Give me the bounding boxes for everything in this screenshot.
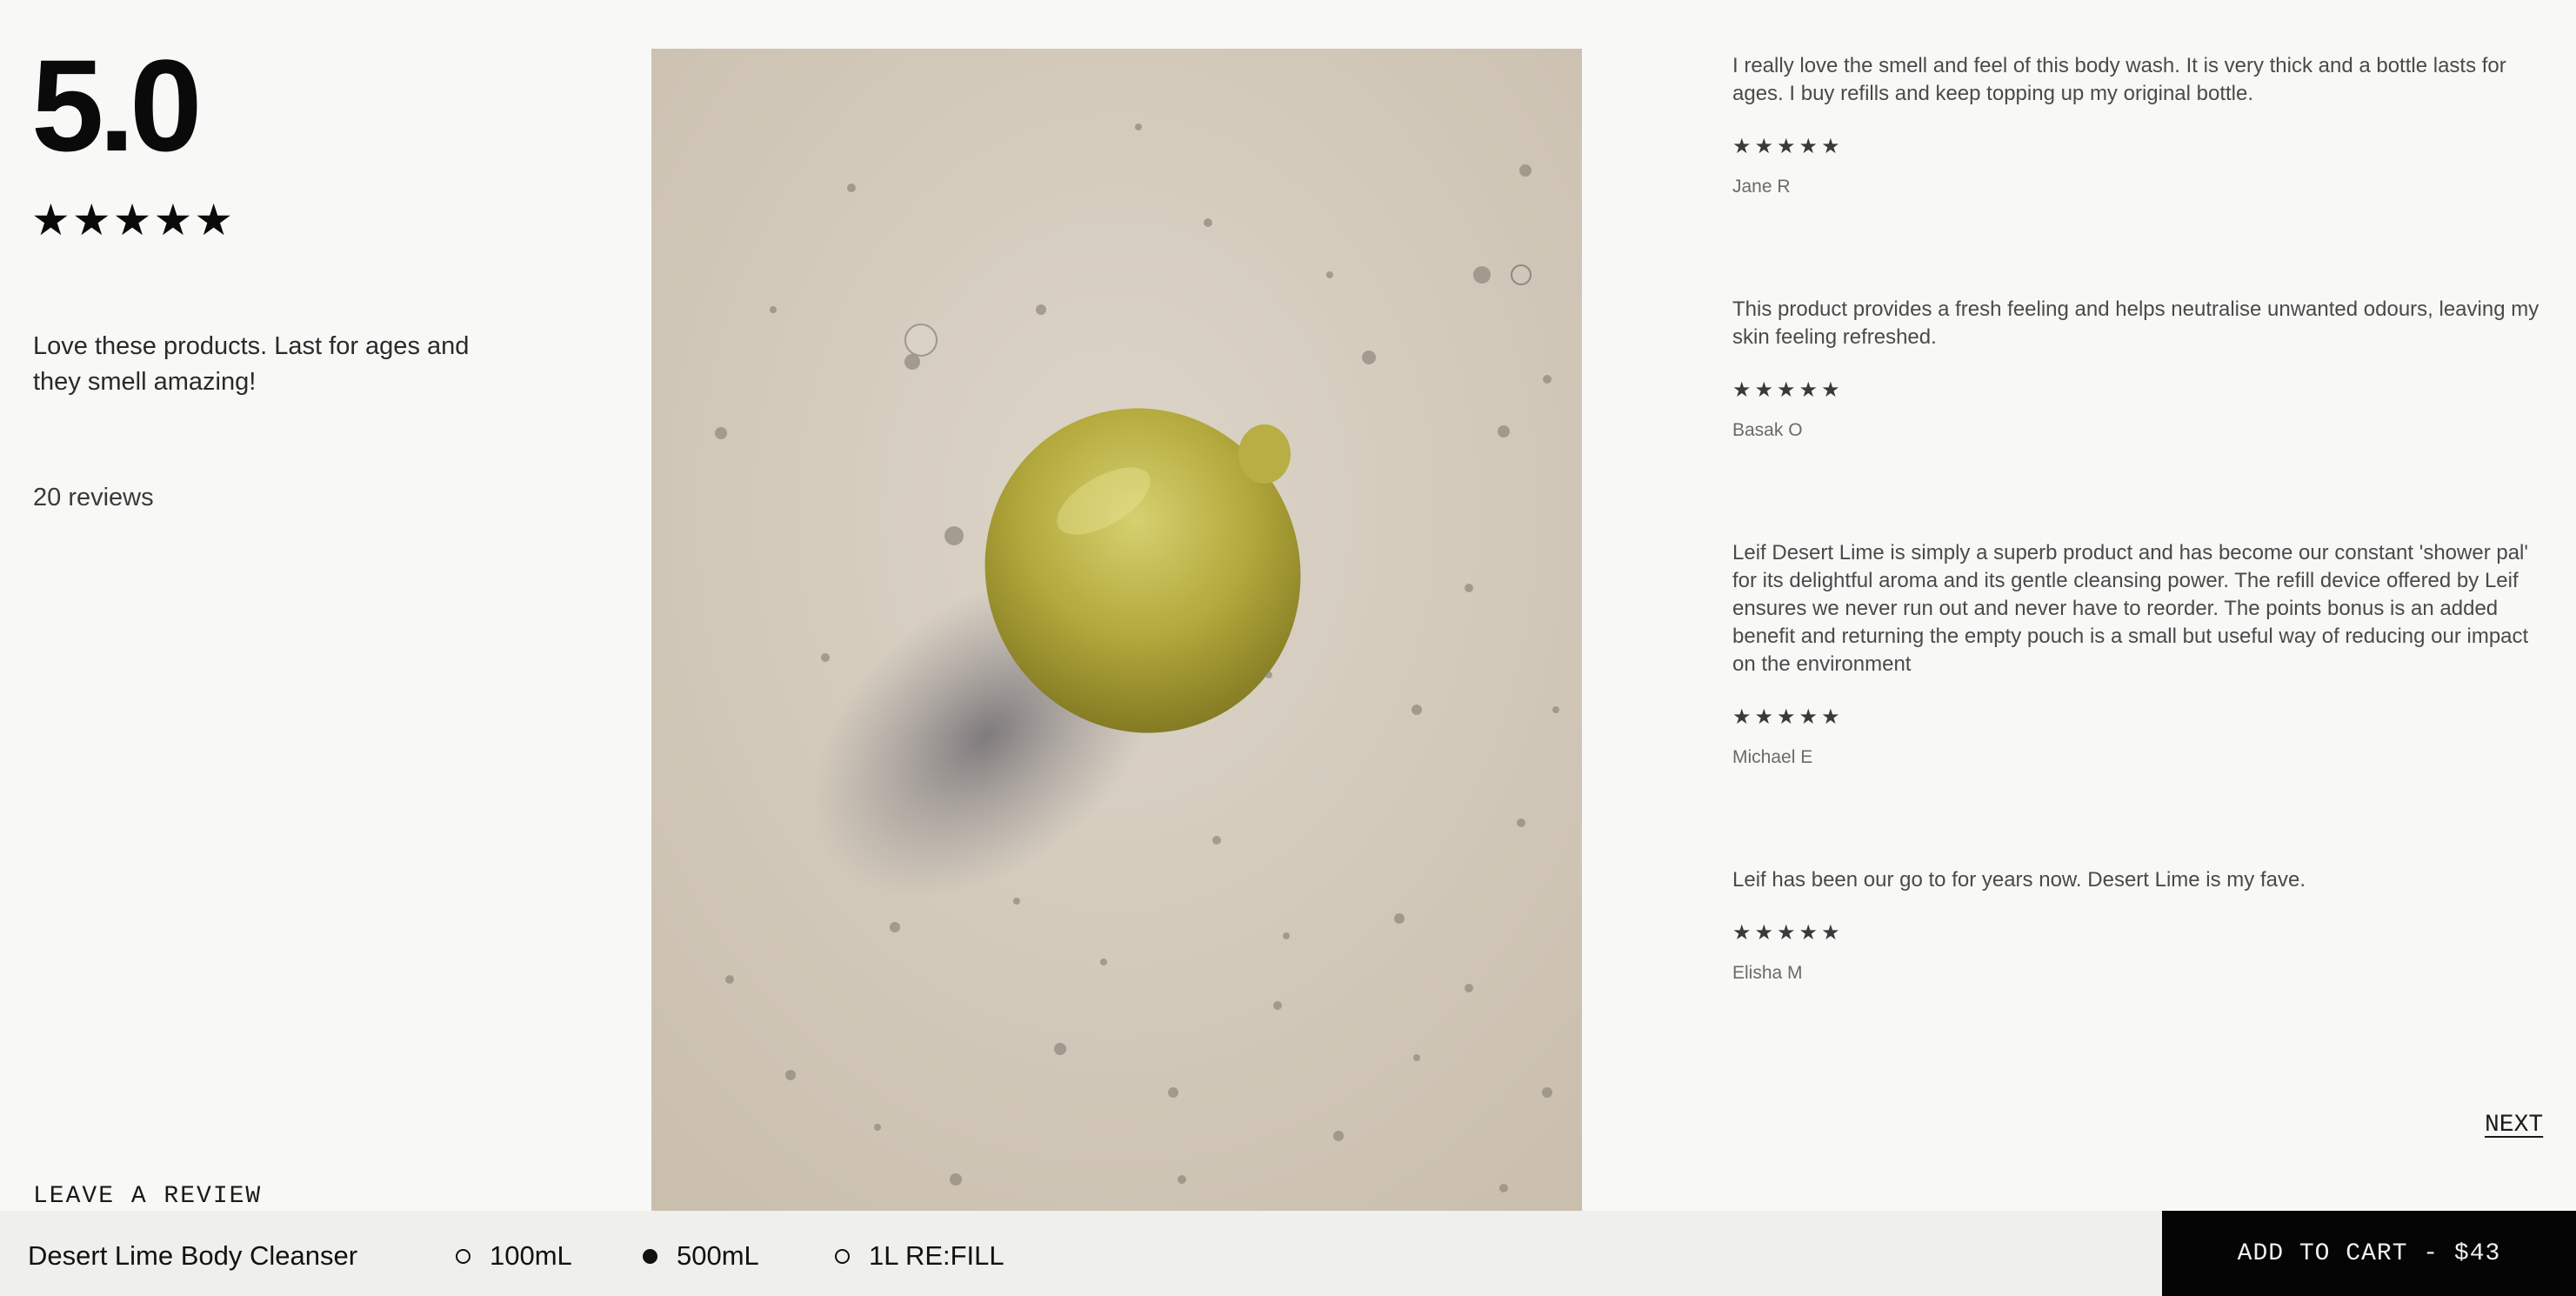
- review-stars: ★★★★★: [1732, 135, 1844, 158]
- radio-selected-icon[interactable]: [643, 1248, 657, 1264]
- size-label: 500mL: [677, 1240, 759, 1271]
- review-count: 20 reviews: [33, 484, 154, 511]
- average-rating-stars: ★★★★★: [31, 196, 236, 244]
- review-text: Leif has been our go to for years now. D…: [1732, 868, 2306, 892]
- review-item: I really love the smell and feel of this…: [1732, 52, 2541, 197]
- review-item: Leif Desert Lime is simply a superb prod…: [1732, 539, 2541, 768]
- size-label: 100mL: [490, 1240, 572, 1271]
- size-option-500ml[interactable]: 500mL: [643, 1240, 759, 1272]
- product-reviews-page: 5.0 ★★★★★ Love these products. Last for …: [0, 0, 2576, 1296]
- review-author: Jane R: [1732, 177, 1791, 197]
- radio-unselected-icon[interactable]: [835, 1248, 850, 1264]
- average-rating-score: 5.0: [31, 32, 203, 178]
- review-author: Michael E: [1732, 747, 1813, 767]
- size-option-100ml[interactable]: 100mL: [456, 1240, 572, 1272]
- review-item: This product provides a fresh feeling an…: [1732, 296, 2541, 441]
- review-stars: ★★★★★: [1732, 705, 1844, 729]
- size-option-1l-refill[interactable]: 1L RE:FILL: [835, 1240, 1004, 1272]
- product-image: [651, 49, 1582, 1211]
- product-name: Desert Lime Body Cleanser: [28, 1240, 358, 1271]
- purchase-bar: Desert Lime Body Cleanser 100mL 500mL 1L…: [0, 1211, 2576, 1296]
- review-text: I really love the smell and feel of this…: [1732, 54, 2506, 105]
- size-label: 1L RE:FILL: [869, 1240, 1004, 1271]
- review-author: Elisha M: [1732, 963, 1803, 983]
- radio-unselected-icon[interactable]: [456, 1248, 470, 1264]
- review-stars: ★★★★★: [1732, 378, 1844, 402]
- review-text: Leif Desert Lime is simply a superb prod…: [1732, 541, 2529, 676]
- leave-review-link[interactable]: LEAVE A REVIEW: [33, 1183, 262, 1210]
- featured-review-quote: Love these products. Last for ages and t…: [33, 332, 470, 396]
- review-stars: ★★★★★: [1732, 921, 1844, 945]
- lime-photo-illustration: [651, 49, 1582, 1211]
- review-item: Leif has been our go to for years now. D…: [1732, 866, 2541, 984]
- add-to-cart-button[interactable]: ADD TO CART - $43: [2162, 1211, 2576, 1296]
- review-text: This product provides a fresh feeling an…: [1732, 297, 2539, 349]
- next-page-link[interactable]: NEXT: [2485, 1112, 2543, 1139]
- review-author: Basak O: [1732, 420, 1803, 440]
